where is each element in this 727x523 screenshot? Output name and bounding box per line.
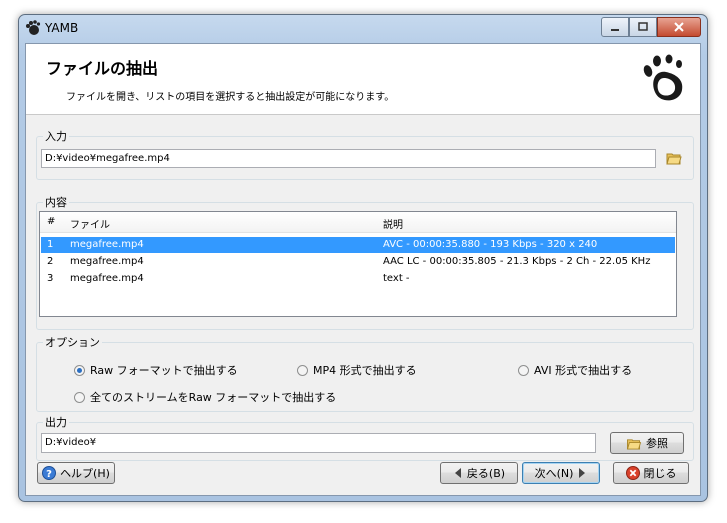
radio-raw-dot[interactable] [74, 364, 85, 376]
column-header-file[interactable]: ファイル [70, 216, 110, 231]
close-circle-icon [625, 466, 640, 480]
radio-raw-format[interactable]: Raw フォーマットで抽出する [74, 362, 238, 378]
radio-all-raw-label: 全てのストリームをRaw フォーマットで抽出する [90, 391, 337, 404]
column-header-number[interactable]: # [47, 216, 55, 227]
input-path-field[interactable]: D:¥video¥megafree.mp4 [41, 149, 656, 168]
close-dialog-button[interactable]: 閉じる [613, 462, 689, 484]
output-path-field[interactable]: D:¥video¥ [41, 433, 596, 453]
input-group: 入力 D:¥video¥megafree.mp4 [36, 128, 694, 180]
radio-mp4-dot[interactable] [297, 364, 308, 376]
radio-avi-dot[interactable] [518, 364, 529, 376]
radio-mp4-label: MP4 形式で抽出する [313, 364, 417, 377]
help-icon: ? [42, 466, 57, 480]
column-header-description[interactable]: 説明 [383, 216, 403, 231]
browse-button-label: 参照 [646, 437, 668, 450]
options-group-label: オプション [43, 334, 102, 350]
open-folder-icon[interactable] [666, 151, 682, 165]
contents-group: 内容 # ファイル 説明 1 megafree.mp4 AVC - 00:00:… [36, 194, 694, 330]
input-group-label: 入力 [43, 128, 69, 144]
page-title: ファイルの抽出 [46, 59, 159, 78]
close-icon [674, 22, 684, 32]
minimize-icon [611, 29, 619, 31]
row-number: 1 [47, 239, 54, 250]
output-group: 出力 D:¥video¥ 参照 [36, 414, 694, 461]
radio-all-raw-dot[interactable] [74, 391, 85, 403]
radio-mp4-format[interactable]: MP4 形式で抽出する [297, 362, 417, 378]
svg-text:?: ? [46, 469, 52, 480]
row-file: megafree.mp4 [70, 273, 144, 284]
row-number: 2 [47, 256, 54, 267]
page-description: ファイルを開き、リストの項目を選択すると抽出設定が可能になります。 [66, 92, 395, 103]
window-title: YAMB [45, 21, 79, 35]
row-file: megafree.mp4 [70, 256, 144, 267]
row-number: 3 [47, 273, 54, 284]
maximize-button[interactable] [629, 17, 657, 37]
close-button-label: 閉じる [643, 467, 677, 480]
help-button[interactable]: ? ヘルプ(H) [37, 462, 115, 484]
stream-list[interactable]: # ファイル 説明 1 megafree.mp4 AVC - 00:00:35.… [39, 211, 677, 317]
browse-button[interactable]: 参照 [610, 432, 684, 454]
next-button[interactable]: 次へ(N) [522, 462, 600, 484]
row-file: megafree.mp4 [70, 239, 144, 250]
back-button[interactable]: 戻る(B) [440, 462, 518, 484]
maximize-icon [638, 22, 648, 31]
row-description: AVC - 00:00:35.880 - 193 Kbps - 320 x 24… [383, 239, 598, 250]
wizard-header: ファイルの抽出 ファイルを開き、リストの項目を選択すると抽出設定が可能になります… [26, 44, 700, 115]
list-item[interactable]: 2 megafree.mp4 AAC LC - 00:00:35.805 - 2… [41, 254, 675, 270]
options-group: オプション Raw フォーマットで抽出する MP4 形式で抽出する AVI 形式… [36, 334, 694, 412]
gnome-foot-icon [26, 20, 41, 35]
minimize-button[interactable] [601, 17, 629, 37]
caption-buttons [601, 17, 701, 37]
back-button-label: 戻る(B) [466, 467, 506, 480]
radio-all-streams-raw[interactable]: 全てのストリームをRaw フォーマットで抽出する [74, 389, 336, 405]
arrow-left-icon [454, 468, 461, 478]
list-header: # ファイル 説明 [40, 212, 676, 233]
title-bar[interactable]: YAMB [19, 15, 707, 43]
radio-avi-format[interactable]: AVI 形式で抽出する [518, 362, 632, 378]
row-description: text - [383, 273, 410, 284]
dialog-client: ファイルの抽出 ファイルを開き、リストの項目を選択すると抽出設定が可能になります… [25, 43, 701, 496]
radio-avi-label: AVI 形式で抽出する [534, 364, 633, 377]
row-description: AAC LC - 00:00:35.805 - 21.3 Kbps - 2 Ch… [383, 256, 651, 267]
close-window-button[interactable] [657, 17, 701, 37]
output-group-label: 出力 [43, 414, 69, 430]
list-item[interactable]: 3 megafree.mp4 text - [41, 271, 675, 287]
folder-icon [626, 438, 642, 450]
contents-group-label: 内容 [43, 194, 69, 210]
arrow-right-icon [579, 468, 586, 478]
radio-raw-label: Raw フォーマットで抽出する [90, 364, 238, 377]
help-button-label: ヘルプ(H) [60, 467, 110, 480]
next-button-label: 次へ(N) [534, 467, 574, 480]
list-item[interactable]: 1 megafree.mp4 AVC - 00:00:35.880 - 193 … [41, 237, 675, 253]
gnome-foot-logo-icon [643, 54, 683, 101]
app-window: YAMB ファイルの抽出 ファイルを開き、リストの項目を選択すると抽出設定が可能… [18, 14, 708, 502]
